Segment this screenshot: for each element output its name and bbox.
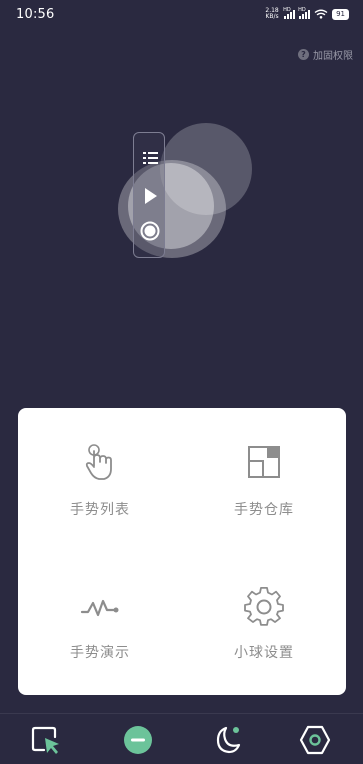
play-icon[interactable]: [139, 185, 161, 207]
permission-label: 加固权限: [313, 51, 353, 62]
tap-gesture-icon: [85, 444, 112, 480]
ball-settings-label: 小球设置: [234, 645, 294, 661]
minus-circle-icon[interactable]: [122, 724, 154, 756]
feature-menu-card: 手势列表 手势仓库 手势演示 小球设置: [18, 408, 346, 695]
gesture-demo-tile[interactable]: 手势演示: [18, 551, 182, 694]
status-bar: 10:56 2.18 KB/s HD HD 91: [0, 0, 363, 30]
gesture-repo-tile[interactable]: 手势仓库: [182, 408, 346, 551]
gesture-repo-label: 手势仓库: [234, 502, 294, 518]
gesture-demo-label: 手势演示: [70, 645, 130, 661]
status-icons: 2.18 KB/s HD HD 91: [264, 7, 349, 20]
gesture-list-label: 手势列表: [70, 502, 130, 518]
permission-link[interactable]: ? 加固权限: [298, 47, 353, 62]
ball-settings-tile[interactable]: 小球设置: [182, 551, 346, 694]
list-icon[interactable]: [139, 147, 161, 169]
cursor-square-icon[interactable]: [30, 724, 62, 756]
wifi-icon: [314, 9, 328, 19]
gear-icon: [244, 587, 284, 626]
signal-icon-2: HD: [298, 7, 311, 19]
hexagon-icon[interactable]: [299, 724, 331, 756]
gesture-list-tile[interactable]: 手势列表: [18, 408, 182, 551]
gesture-repo-icon: [248, 446, 280, 478]
clock: 10:56: [16, 7, 55, 22]
ball-toolbar: [133, 132, 165, 258]
moon-icon[interactable]: [211, 724, 243, 756]
signal-icon: HD: [283, 7, 296, 19]
question-circle-icon: ?: [298, 49, 309, 60]
wave-icon: [80, 599, 119, 617]
bottom-nav: [0, 713, 363, 764]
net-speed: 2.18 KB/s: [265, 7, 279, 20]
record-icon[interactable]: [139, 220, 161, 242]
battery-indicator: 91: [332, 8, 349, 20]
